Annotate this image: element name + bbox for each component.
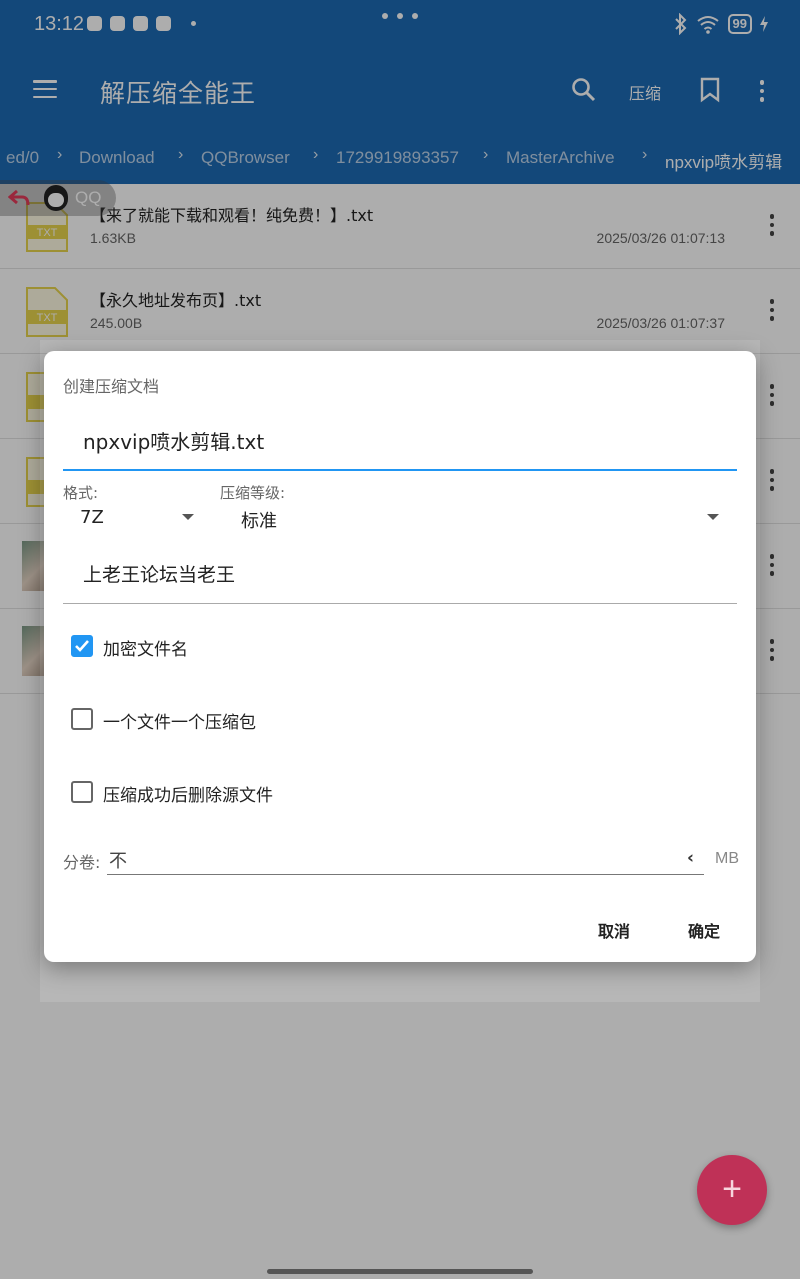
checkmark-icon — [75, 640, 89, 652]
compression-level-dropdown-icon[interactable] — [707, 514, 719, 520]
delete-source-checkbox[interactable] — [71, 781, 93, 803]
split-volume-value: 不 — [109, 851, 127, 872]
add-fab-button[interactable]: + — [697, 1155, 767, 1225]
confirm-button[interactable]: 确定 — [688, 918, 720, 942]
format-dropdown-icon[interactable] — [182, 514, 194, 520]
delete-source-label: 压缩成功后删除源文件 — [103, 786, 273, 806]
split-volume-label: 分卷: — [63, 853, 101, 872]
encrypt-filenames-label: 加密文件名 — [103, 640, 188, 660]
format-label: 格式: — [63, 484, 99, 502]
gesture-nav-handle[interactable] — [267, 1269, 533, 1274]
create-archive-dialog: 创建压缩文档 npxvip喷水剪辑.txt 格式: 7Z 压缩等级: 标准 上老… — [44, 351, 756, 962]
archive-name-value: npxvip喷水剪辑.txt — [83, 430, 265, 454]
cancel-button[interactable]: 取消 — [598, 918, 630, 942]
password-value: 上老王论坛当老王 — [83, 564, 236, 586]
compression-level-label: 压缩等级: — [220, 484, 286, 502]
one-archive-per-file-checkbox[interactable] — [71, 708, 93, 730]
password-input[interactable]: 上老王论坛当老王 — [63, 541, 737, 604]
dialog-title: 创建压缩文档 — [63, 377, 160, 396]
split-volume-input[interactable]: 不 ‹ — [107, 841, 704, 875]
compression-level-select[interactable]: 标准 — [241, 507, 277, 533]
chevron-left-icon[interactable]: ‹ — [687, 848, 694, 868]
format-select[interactable]: 7Z — [80, 507, 104, 528]
archive-name-input[interactable]: npxvip喷水剪辑.txt — [63, 413, 737, 471]
one-archive-per-file-label: 一个文件一个压缩包 — [103, 713, 256, 733]
split-volume-unit: MB — [715, 850, 739, 867]
encrypt-filenames-checkbox[interactable] — [71, 635, 93, 657]
